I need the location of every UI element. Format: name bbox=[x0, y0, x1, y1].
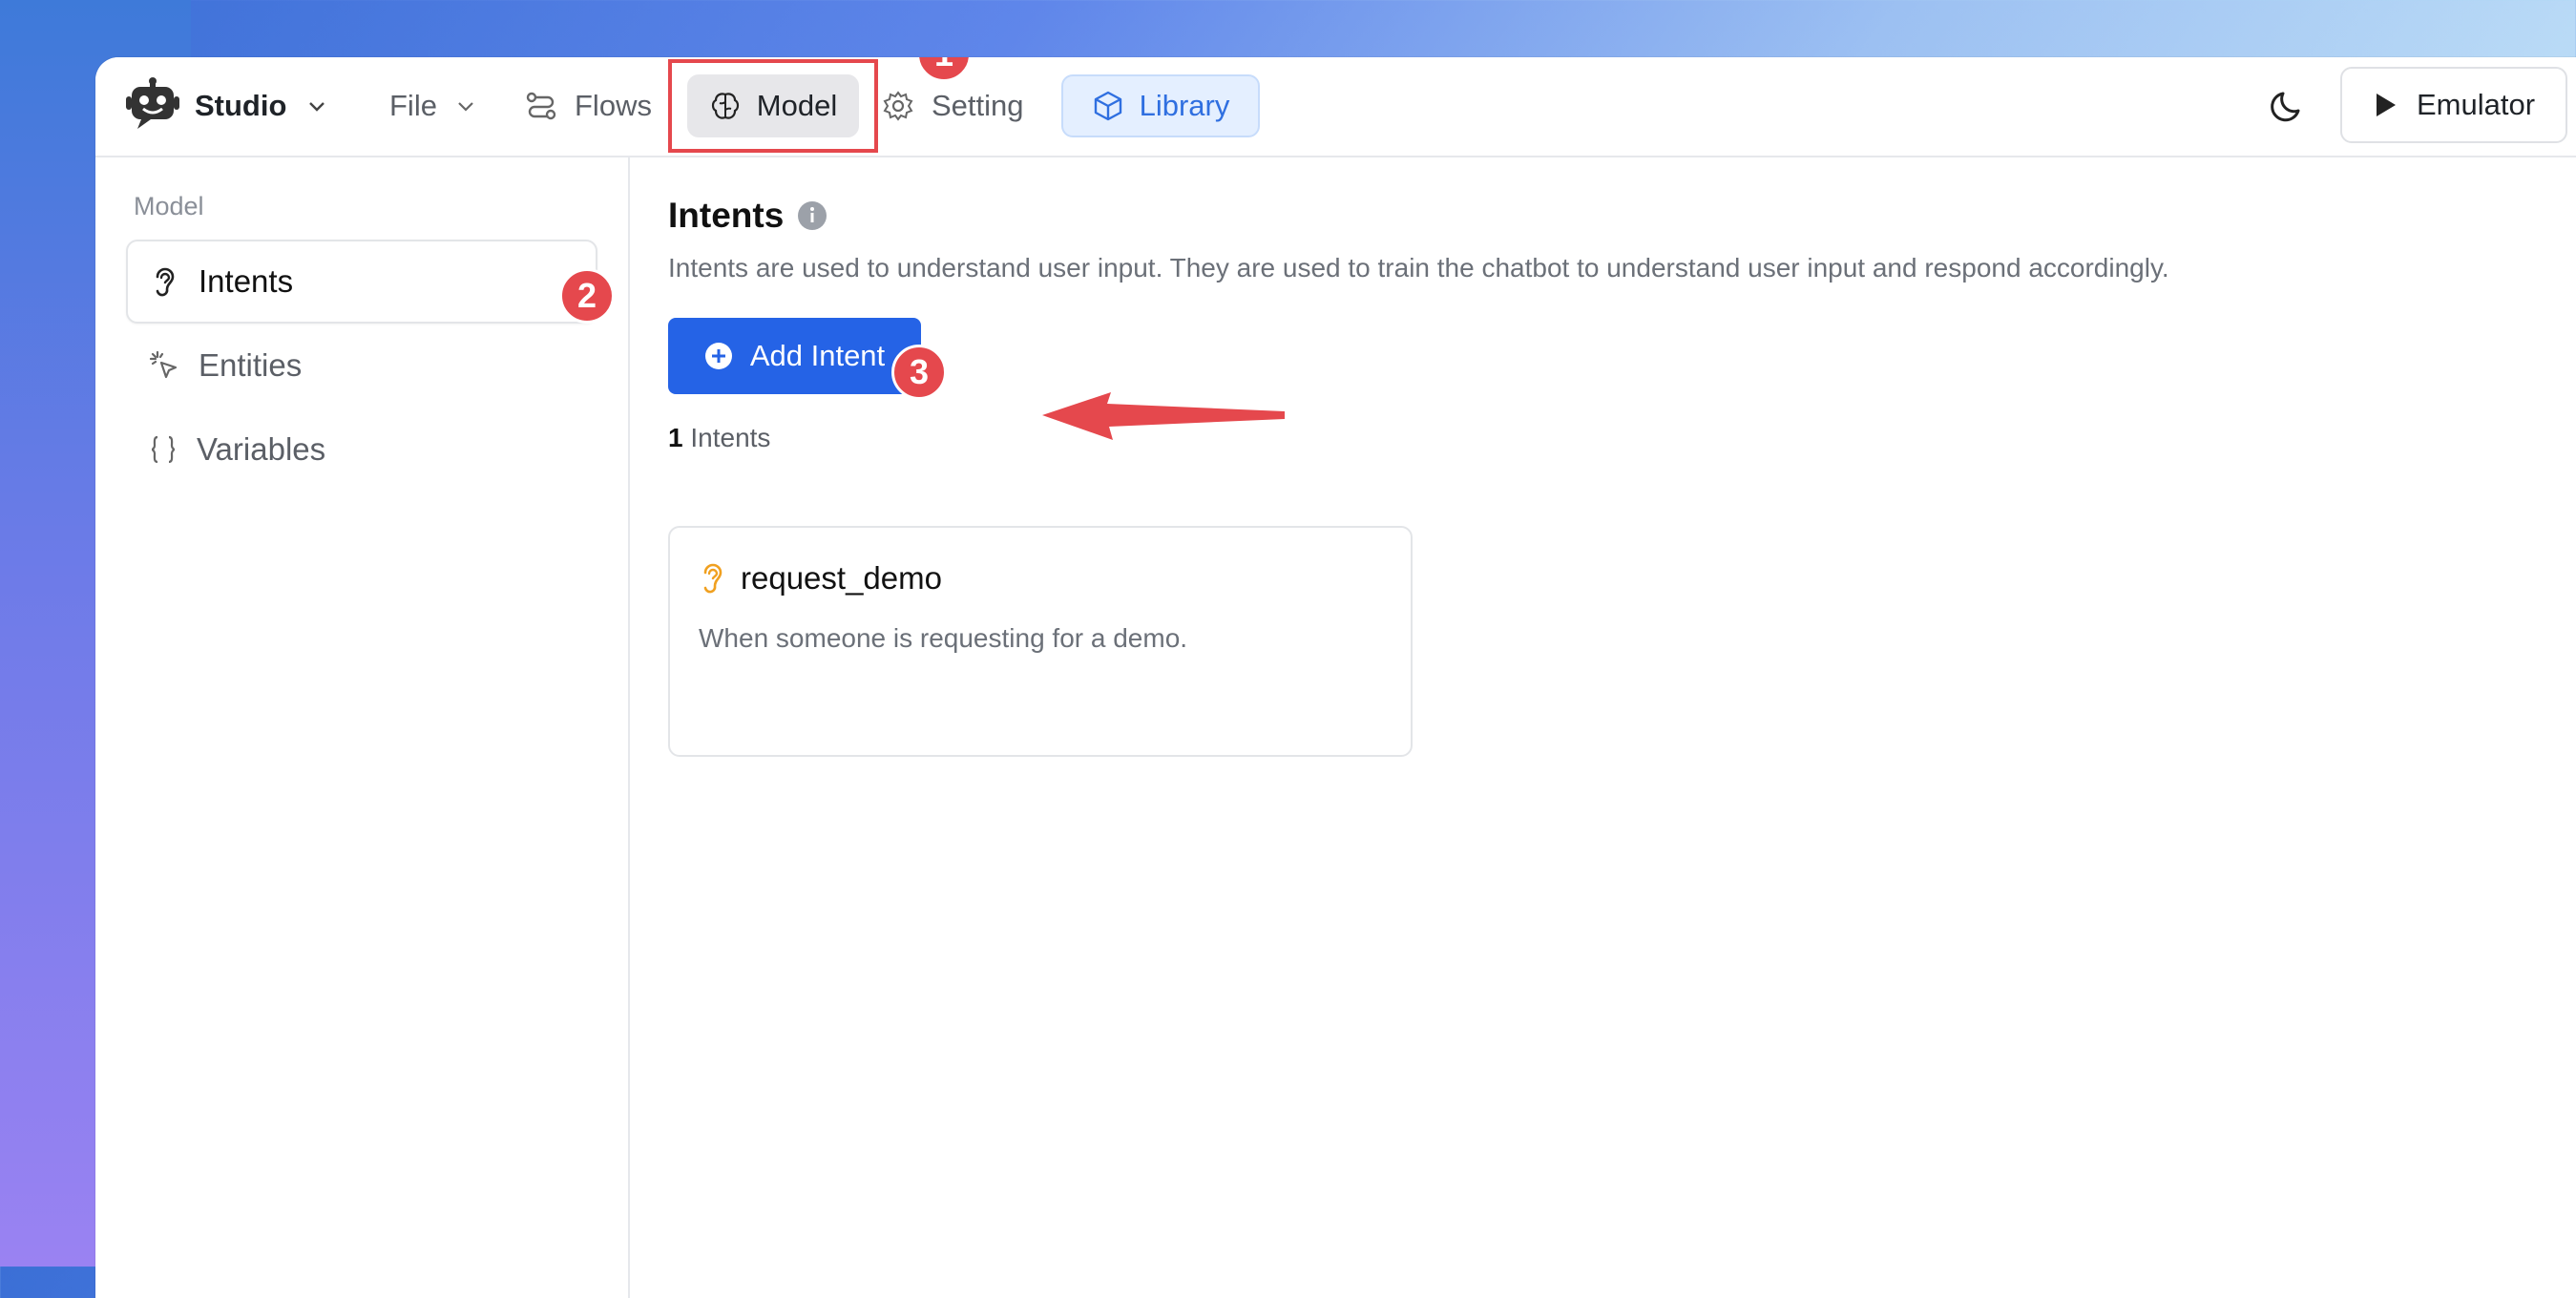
sidebar-item-variables[interactable]: Variables bbox=[126, 408, 597, 492]
intent-name: request_demo bbox=[741, 560, 942, 596]
brain-icon bbox=[711, 93, 739, 119]
intent-description: When someone is requesting for a demo. bbox=[699, 623, 1188, 653]
cube-icon bbox=[1094, 91, 1121, 121]
emulator-label: Emulator bbox=[2416, 88, 2536, 121]
gear-icon bbox=[883, 91, 913, 121]
plus-circle-icon bbox=[704, 343, 732, 369]
cursor-click-icon bbox=[149, 350, 178, 379]
annotation-badge-3: 3 bbox=[891, 345, 947, 400]
intent-count-number: 1 bbox=[668, 423, 683, 452]
sidebar-item-entities[interactable]: Entities bbox=[126, 324, 597, 408]
file-label: File bbox=[389, 89, 437, 122]
dark-mode-toggle-icon[interactable] bbox=[2270, 86, 2308, 124]
app-window: Studio File Flows Model 1 bbox=[95, 57, 2576, 1298]
chevron-down-icon bbox=[309, 102, 325, 112]
page-title: Intents bbox=[668, 196, 827, 236]
library-label: Library bbox=[1139, 89, 1230, 122]
page-description: Intents are used to understand user inpu… bbox=[668, 253, 2169, 283]
sidebar-section-title: Model bbox=[134, 192, 204, 220]
intent-count: 1 Intents bbox=[668, 423, 770, 453]
ear-icon bbox=[156, 267, 175, 297]
page-title-text: Intents bbox=[668, 196, 785, 235]
brand-label: Studio bbox=[195, 89, 287, 122]
robot-logo-icon bbox=[126, 77, 179, 129]
sidebar: Model Intents 2 Entities Variables bbox=[95, 156, 630, 1298]
braces-icon bbox=[151, 435, 176, 464]
add-intent-label: Add Intent bbox=[749, 339, 886, 372]
annotation-badge-2: 2 bbox=[559, 268, 615, 324]
top-navigation-bar: Studio File Flows Model 1 bbox=[95, 57, 2576, 157]
tab-setting[interactable]: Setting bbox=[882, 74, 1024, 137]
tab-flows[interactable]: Flows bbox=[525, 74, 652, 137]
main-content: Intents Intents are used to understand u… bbox=[668, 156, 2576, 1298]
intent-card[interactable]: request_demo When someone is requesting … bbox=[668, 526, 1413, 757]
model-label: Model bbox=[756, 89, 838, 122]
file-menu[interactable]: File bbox=[389, 74, 477, 137]
intent-count-label: Intents bbox=[690, 423, 771, 452]
sidebar-item-label: Variables bbox=[197, 431, 326, 467]
chevron-down-icon bbox=[458, 102, 473, 112]
add-intent-button[interactable]: Add Intent bbox=[668, 318, 921, 394]
flows-icon bbox=[526, 92, 556, 120]
setting-label: Setting bbox=[932, 89, 1024, 122]
sidebar-item-intents[interactable]: Intents bbox=[126, 240, 597, 324]
play-icon bbox=[2376, 94, 2396, 116]
studio-menu[interactable]: Studio bbox=[124, 74, 328, 137]
intent-card-title: request_demo bbox=[699, 560, 942, 597]
sidebar-item-label: Entities bbox=[199, 347, 303, 383]
library-button[interactable]: Library bbox=[1061, 74, 1260, 137]
sidebar-item-label: Intents bbox=[199, 263, 294, 299]
info-icon[interactable] bbox=[797, 200, 827, 231]
ear-icon bbox=[703, 563, 723, 594]
flows-label: Flows bbox=[575, 89, 652, 122]
tab-model[interactable]: Model bbox=[687, 74, 859, 137]
annotation-arrow bbox=[1042, 392, 1285, 440]
emulator-button[interactable]: Emulator bbox=[2340, 67, 2567, 143]
